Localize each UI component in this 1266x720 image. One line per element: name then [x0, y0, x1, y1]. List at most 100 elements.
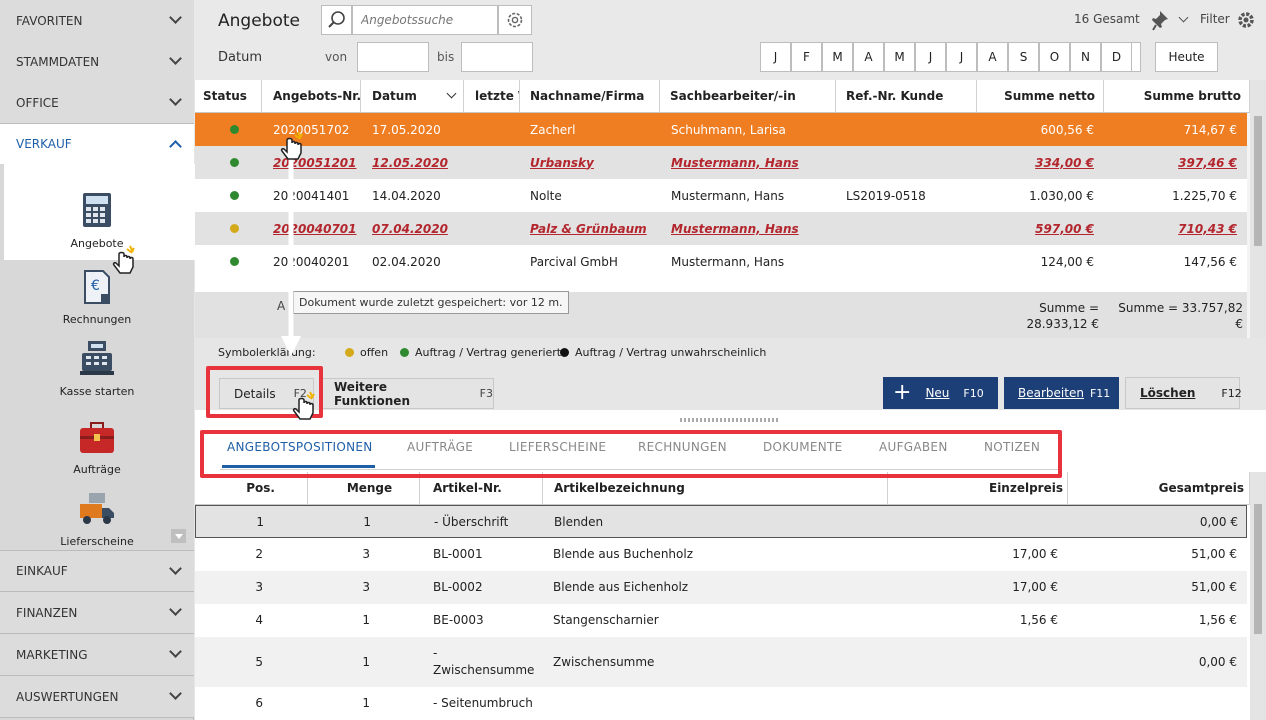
month-button[interactable]: S	[1008, 42, 1039, 72]
search-settings-icon[interactable]	[498, 5, 532, 35]
month-button[interactable]: A	[977, 42, 1008, 72]
bis-label: bis	[437, 50, 455, 64]
position-row[interactable]: 4 1 BE-0003 Stangenscharnier 1,56 € 1,56 €	[195, 604, 1247, 637]
neu-button[interactable]: + Neu F10	[883, 377, 998, 409]
col-status[interactable]: Status	[195, 80, 262, 113]
month-button[interactable]: O	[1039, 42, 1070, 72]
scrollbar-thumb[interactable]	[1254, 504, 1262, 634]
cell-netto: 124,00 €	[977, 245, 1094, 278]
sidebar-section-verkauf[interactable]: VERKAUF	[0, 124, 194, 164]
tab-dokumente[interactable]: DOKUMENTE	[763, 440, 843, 454]
month-button[interactable]: M	[822, 42, 853, 72]
position-row[interactable]: 2 3 BL-0001 Blende aus Buchenholz 17,00 € 51,…	[195, 538, 1247, 571]
col-letzte[interactable]: letzte \	[464, 80, 520, 113]
gear-icon[interactable]	[1236, 10, 1256, 30]
cell-name: Nolte	[530, 179, 665, 212]
tab-lieferscheine[interactable]: LIEFERSCHEINE	[509, 440, 606, 454]
search-input[interactable]	[352, 5, 498, 35]
svg-text:€: €	[91, 278, 100, 294]
pin-icon[interactable]	[1152, 9, 1172, 31]
cell-ep	[886, 506, 1059, 539]
search-icon[interactable]	[321, 5, 352, 35]
tab-notizen[interactable]: NOTIZEN	[984, 440, 1040, 454]
cell-datum: 07.04.2020	[372, 212, 472, 245]
table-row[interactable]: 2020051201 12.05.2020 Urbansky Mustermann, …	[195, 146, 1247, 179]
cell-pos: 2	[255, 547, 263, 561]
legend-offen: offen	[360, 346, 389, 359]
legend-dot-unwahrscheinlich	[560, 348, 569, 357]
tab-aufgaben[interactable]: AUFGABEN	[879, 440, 948, 454]
cash-register-icon	[80, 341, 114, 375]
neu-shortcut: F10	[963, 386, 984, 400]
table-row-partial[interactable]	[195, 278, 1247, 292]
cell-text: 124,00 €	[1040, 254, 1094, 269]
month-button[interactable]: M	[884, 42, 915, 72]
cell-brutto: 710,43 €	[1104, 212, 1237, 245]
sidebar-section-auswertungen[interactable]: AUSWERTUNGEN	[0, 676, 194, 718]
cell-nr: BL-0002	[433, 580, 483, 594]
weitere-funktionen-button[interactable]: Weitere Funktionen F3	[322, 378, 494, 409]
cell-bez: Zwischensumme	[553, 654, 655, 669]
chevron-up-icon	[169, 140, 182, 153]
position-row[interactable]: 1 1 - Überschrift Blenden 0,00 €	[195, 505, 1247, 538]
tab-aufträge[interactable]: AUFTRÄGE	[407, 440, 473, 454]
position-row[interactable]: 3 3 BL-0002 Blende aus Eichenholz 17,00 € 51,…	[195, 571, 1247, 604]
table-row[interactable]: 2020040701 07.04.2020 Palz & Grünbaum Muste…	[195, 212, 1247, 245]
table-row[interactable]: 2020040201 02.04.2020 Parcival GmbH Musterm…	[195, 245, 1247, 278]
month-button[interactable]: F	[791, 42, 822, 72]
col-summe-brutto[interactable]: Summe brutto	[1104, 80, 1250, 113]
col-angebots-nr[interactable]: Angebots-Nr.	[262, 80, 361, 113]
date-from-input[interactable]	[357, 42, 429, 72]
von-label: von	[325, 50, 348, 64]
scrollbar-thumb[interactable]	[1254, 116, 1262, 246]
col-gesamtpreis[interactable]: Gesamtpreis	[1068, 472, 1250, 505]
col-datum[interactable]: Datum	[361, 80, 464, 113]
sort-chevron-icon	[446, 88, 457, 99]
cell-text: 17.05.2020	[372, 122, 441, 137]
tab-angebotspositionen[interactable]: ANGEBOTSPOSITIONEN	[227, 440, 373, 454]
sidebar-section-stammdaten[interactable]: STAMMDATEN	[0, 41, 194, 83]
splitter-handle[interactable]	[680, 418, 780, 422]
today-button[interactable]: Heute	[1155, 42, 1218, 72]
position-row[interactable]: 5 1 - Zwischensumme Zwischensumme 0,00 €	[195, 637, 1247, 687]
col-sachbearbeiter[interactable]: Sachbearbeiter/-in	[660, 80, 836, 113]
loeschen-button[interactable]: Löschen F12	[1125, 377, 1242, 409]
module-angebote[interactable]: Angebote	[0, 192, 194, 250]
module-lieferscheine[interactable]: Lieferscheine	[0, 492, 194, 548]
table-row[interactable]: 2020051702 17.05.2020 Zacherl Schuhmann, La…	[195, 113, 1247, 146]
month-button[interactable]: A	[853, 42, 884, 72]
filter-label[interactable]: Filter	[1200, 12, 1230, 26]
scroll-down-icon[interactable]	[171, 529, 186, 543]
month-button[interactable]: J	[946, 42, 977, 72]
month-button[interactable]: J	[915, 42, 946, 72]
cell-pos: 3	[255, 580, 263, 594]
month-button[interactable]: N	[1070, 42, 1101, 72]
tab-rechnungen[interactable]: RECHNUNGEN	[638, 440, 727, 454]
month-button[interactable]: D	[1101, 42, 1132, 72]
sidebar-section-marketing[interactable]: MARKETING	[0, 634, 194, 676]
table-scrollbar[interactable]	[1250, 80, 1266, 338]
col-ref-nr[interactable]: Ref.-Nr. Kunde	[836, 80, 977, 113]
legend-generiert: Auftrag / Vertrag generiert	[415, 346, 562, 359]
module-kasse[interactable]: Kasse starten	[0, 340, 194, 398]
cell-sb: Mustermann, Hans	[671, 179, 841, 212]
sidebar-section-favoriten[interactable]: FAVORITEN	[0, 0, 194, 42]
col-summe-netto[interactable]: Summe netto	[977, 80, 1104, 113]
cell-text: 14.04.2020	[372, 188, 441, 203]
sidebar-section-finanzen[interactable]: FINANZEN	[0, 592, 194, 634]
cell-text: 397,46 €	[1178, 155, 1237, 170]
position-row[interactable]: 6 1 - Seitenumbruch	[195, 687, 1247, 720]
col-nachname[interactable]: Nachname/Firma	[520, 80, 660, 113]
module-rechnungen[interactable]: € Rechnungen	[0, 270, 194, 326]
sidebar-section-einkauf[interactable]: EINKAUF	[0, 550, 194, 592]
date-to-input[interactable]	[461, 42, 533, 72]
table-row[interactable]: 2020041401 14.04.2020 Nolte Mustermann, Han…	[195, 179, 1247, 212]
month-button[interactable]: J	[760, 42, 791, 72]
module-auftraege[interactable]: Aufträge	[0, 422, 194, 476]
positions-scrollbar[interactable]	[1250, 472, 1266, 720]
cell-text: 12.05.2020	[372, 155, 448, 170]
sidebar-section-office[interactable]: OFFICE	[0, 82, 194, 124]
bearbeiten-button[interactable]: Bearbeiten F11	[1004, 377, 1119, 409]
sum-brutto-currency: €	[1235, 317, 1243, 331]
chevron-down-icon[interactable]	[1178, 12, 1189, 23]
